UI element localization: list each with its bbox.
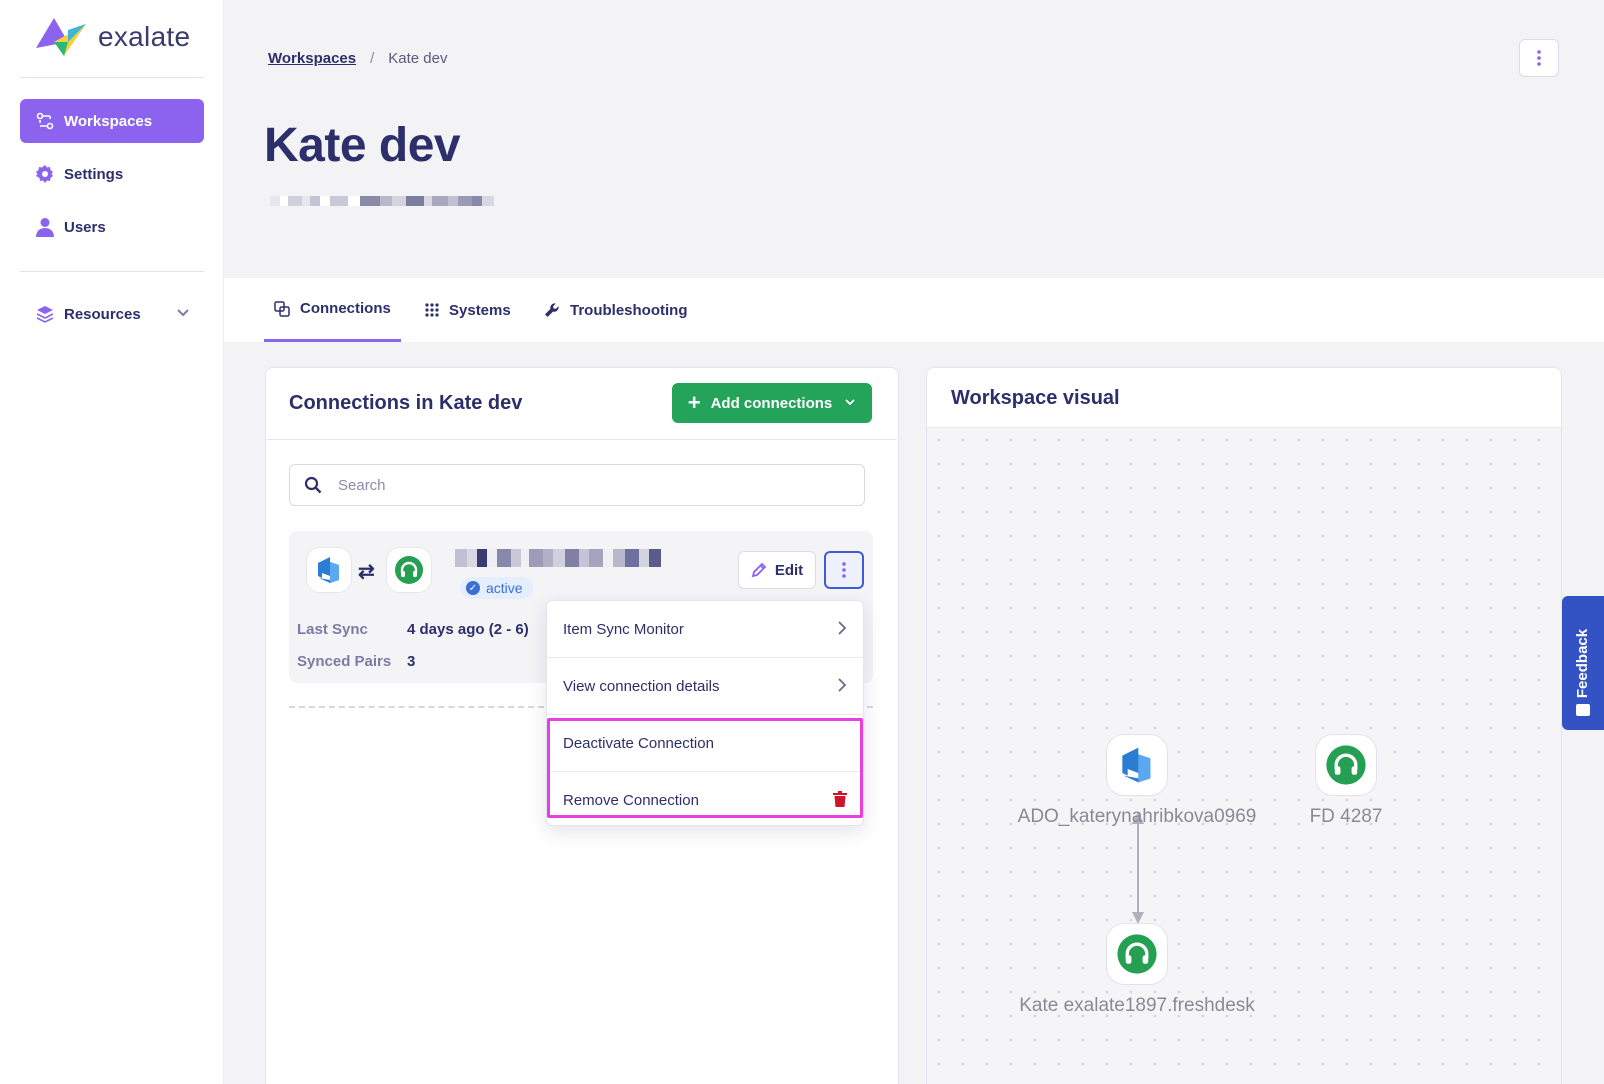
breadcrumb-current: Kate dev bbox=[388, 50, 448, 67]
kebab-icon bbox=[1537, 50, 1541, 66]
tab-label: Systems bbox=[449, 301, 511, 319]
sync-direction-icon: ⇄ bbox=[358, 561, 375, 583]
menu-item-remove-connection[interactable]: Remove Connection bbox=[547, 772, 865, 828]
exalate-logo-icon bbox=[36, 18, 86, 56]
sidebar-item-resources[interactable]: Resources bbox=[20, 292, 204, 336]
breadcrumb: Workspaces / Kate dev bbox=[268, 50, 448, 67]
azure-devops-icon bbox=[306, 547, 352, 593]
redacted-connection-name bbox=[455, 549, 661, 567]
exalate-logo[interactable]: exalate bbox=[34, 16, 190, 58]
feedback-label: Feedback bbox=[1574, 628, 1592, 698]
menu-item-deactivate-connection[interactable]: Deactivate Connection bbox=[547, 715, 865, 771]
menu-item-label: Remove Connection bbox=[563, 791, 699, 809]
menu-item-item-sync-monitor[interactable]: Item Sync Monitor bbox=[547, 601, 865, 657]
edit-label: Edit bbox=[774, 561, 804, 579]
chevron-down-icon bbox=[844, 395, 856, 412]
last-sync-label: Last Sync bbox=[297, 621, 368, 638]
chevron-right-icon bbox=[837, 620, 847, 636]
connections-panel-title: Connections in Kate dev bbox=[289, 392, 523, 414]
synced-pairs-value: 3 bbox=[407, 653, 416, 670]
tab-connections[interactable]: Connections bbox=[264, 278, 401, 342]
add-connections-button[interactable]: + Add connections bbox=[672, 383, 872, 423]
workspace-visual-title: Workspace visual bbox=[951, 387, 1120, 409]
status-text: active bbox=[486, 580, 523, 596]
edit-connection-button[interactable]: Edit bbox=[738, 551, 816, 589]
check-circle-icon: ✓ bbox=[466, 581, 480, 595]
connection-more-options-button[interactable] bbox=[824, 551, 864, 589]
sidebar-item-settings[interactable]: Settings bbox=[20, 152, 204, 196]
sidebar-divider bbox=[20, 77, 204, 78]
plus-icon: + bbox=[687, 390, 701, 415]
visual-node-ado[interactable] bbox=[1106, 734, 1168, 796]
gear-icon bbox=[34, 163, 56, 185]
page-title: Kate dev bbox=[264, 119, 461, 172]
visual-node-kate-freshdesk[interactable] bbox=[1106, 923, 1168, 985]
tab-label: Connections bbox=[300, 300, 391, 317]
feedback-button[interactable]: Feedback bbox=[1562, 596, 1604, 730]
grid-icon bbox=[425, 303, 439, 317]
breadcrumb-separator: / bbox=[370, 50, 375, 67]
pencil-icon bbox=[751, 562, 767, 578]
menu-item-view-connection-details[interactable]: View connection details bbox=[547, 658, 865, 714]
brand-name: exalate bbox=[98, 21, 191, 52]
sidebar-item-label: Users bbox=[64, 218, 106, 236]
menu-item-label: Item Sync Monitor bbox=[563, 620, 684, 638]
synced-pairs-label: Synced Pairs bbox=[297, 653, 392, 670]
trash-icon bbox=[833, 791, 847, 807]
feedback-icon bbox=[1576, 704, 1590, 716]
freshdesk-icon bbox=[386, 547, 432, 593]
breadcrumb-workspaces-link[interactable]: Workspaces bbox=[268, 50, 356, 67]
sidebar-item-label: Settings bbox=[64, 165, 124, 183]
freshdesk-icon bbox=[1326, 745, 1366, 785]
kebab-icon bbox=[842, 562, 846, 578]
visual-node-fd-4287[interactable] bbox=[1315, 734, 1377, 796]
workspace-visual-canvas[interactable] bbox=[927, 428, 1561, 1084]
sidebar: exalate Workspaces Settings Users Resour… bbox=[0, 0, 224, 1084]
redacted-workspace-description bbox=[270, 196, 494, 206]
connections-icon bbox=[274, 300, 290, 317]
chevron-right-icon bbox=[837, 677, 847, 693]
menu-item-label: View connection details bbox=[563, 677, 720, 695]
sidebar-item-label: Workspaces bbox=[64, 112, 153, 130]
connection-options-menu: Item Sync Monitor View connection detail… bbox=[546, 600, 865, 828]
tab-systems[interactable]: Systems bbox=[425, 278, 511, 342]
status-badge: ✓ active bbox=[460, 577, 533, 599]
user-icon bbox=[34, 216, 56, 238]
visual-node-label: ADO_katerynahribkova0969 bbox=[1017, 806, 1257, 827]
tab-label: Troubleshooting bbox=[570, 301, 688, 319]
wrench-icon bbox=[544, 302, 560, 318]
chevron-down-icon bbox=[176, 305, 190, 323]
search-input[interactable] bbox=[338, 476, 818, 494]
last-sync-value: 4 days ago (2 - 6) bbox=[407, 621, 529, 638]
search-icon bbox=[304, 476, 322, 494]
workspace-more-options-button[interactable] bbox=[1519, 39, 1559, 77]
sidebar-item-label: Resources bbox=[64, 305, 141, 323]
visual-node-label: FD 4287 bbox=[1309, 806, 1383, 827]
panel-divider bbox=[265, 439, 897, 440]
visual-node-label: Kate exalate1897.freshdesk bbox=[1019, 995, 1255, 1016]
layers-icon bbox=[34, 303, 56, 325]
sidebar-divider bbox=[20, 271, 204, 272]
azure-devops-icon bbox=[1122, 747, 1151, 783]
freshdesk-icon bbox=[1117, 934, 1157, 974]
menu-item-label: Deactivate Connection bbox=[563, 734, 714, 752]
sidebar-item-workspaces[interactable]: Workspaces bbox=[20, 99, 204, 143]
sidebar-item-users[interactable]: Users bbox=[20, 205, 204, 249]
search-box[interactable] bbox=[289, 464, 865, 506]
add-connections-label: Add connections bbox=[710, 394, 833, 412]
workspaces-icon bbox=[34, 110, 56, 132]
tab-troubleshooting[interactable]: Troubleshooting bbox=[544, 278, 688, 342]
workspace-tabs: Connections Systems Troubleshooting bbox=[224, 278, 1604, 342]
